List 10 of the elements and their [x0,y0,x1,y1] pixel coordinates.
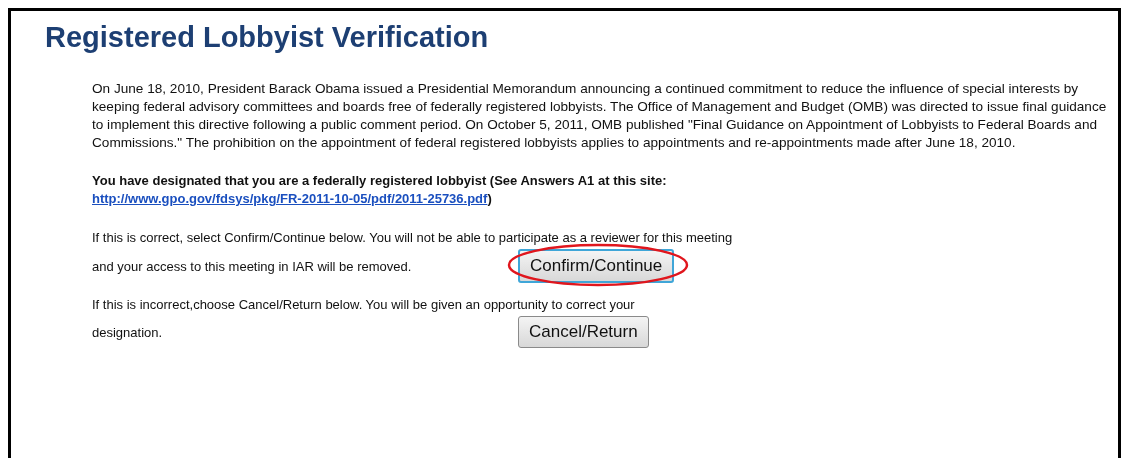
document-link[interactable]: http://www.gpo.gov/fdsys/pkg/FR-2011-10-05/pdf/2011-25736.pdf [92,191,488,206]
cancel-button[interactable]: Cancel/Return [518,316,649,348]
instruction-text: If this is incorrect,choose Cancel/Return below. You will be given an opportunity to correct your [92,297,636,312]
confirm-button[interactable]: Confirm/Continue [518,249,675,283]
page-title: Registered Lobbyist Verification [45,21,490,54]
designation-notice: You have designated that you are a federally registered lobbyist (See Answers A1 at this site: http://www.gpo.gov/fdsys/pkg/FR-2011-10-05/pdf/2011-25736.pdf) [92,172,668,208]
instruction-text: and your access to this meeting in IAR will be removed. [92,258,413,274]
instruction-text: designation. [92,324,164,340]
intro-paragraph: On June 18, 2010, President Barack Obama issued a Presidential Memorandum announcing a continued commitment to reduce the influence of special interests by keeping federal advisory committees and boards free of federally registered lobbyists. The Office of Management and Budget (OMB) was directed to issue final guidance to implement this directive following a public comment period. On October 5, 2011, OMB published "Final Guidance on Appointment of Lobbyists to Federal Boards and Commissions." The prohibition on the appointment of federal registered lobbyists applies to appointments and re-appointments made after June 18, 2010. [92,80,1107,152]
instruction-text: If this is correct, select Confirm/Continue below. You will not be able to participate as a reviewer for this meeting [92,230,734,245]
